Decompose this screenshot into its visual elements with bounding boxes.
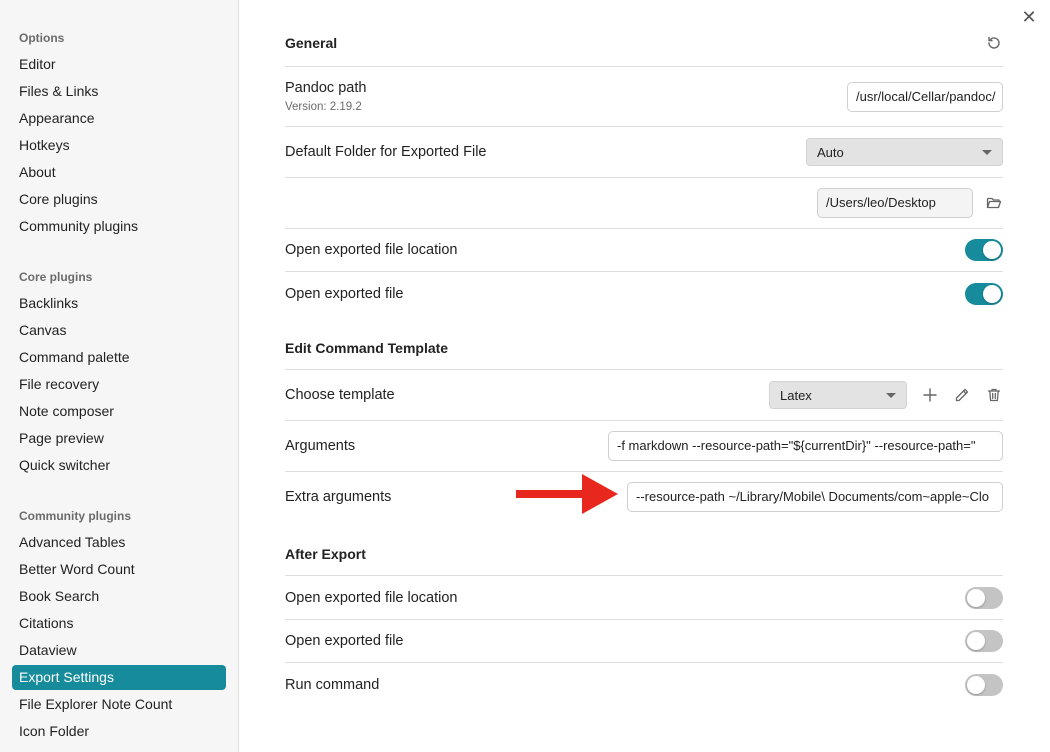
- section-title: General: [285, 35, 338, 51]
- chevron-down-icon: [982, 149, 992, 155]
- setting-arguments: Arguments -f markdown --resource-path="$…: [285, 420, 1003, 471]
- reset-icon[interactable]: [985, 34, 1003, 52]
- setting-name: Run command: [285, 676, 380, 693]
- after-open-file-toggle[interactable]: [965, 630, 1003, 652]
- sidebar-item-file-explorer-note-count[interactable]: File Explorer Note Count: [12, 692, 226, 717]
- extra-arguments-input[interactable]: --resource-path ~/Library/Mobile\ Docume…: [627, 482, 1003, 512]
- sidebar-item-page-preview[interactable]: Page preview: [12, 426, 226, 451]
- annotation-arrow-icon: [516, 474, 618, 514]
- setting-default-folder: Default Folder for Exported File Auto: [285, 126, 1003, 177]
- toggle-knob: [983, 241, 1001, 259]
- template-dropdown[interactable]: Latex: [769, 381, 907, 409]
- sidebar-item-core-plugins[interactable]: Core plugins: [12, 187, 226, 212]
- sidebar-section-community-plugins: Community plugins Advanced Tables Better…: [0, 508, 238, 744]
- sidebar-item-icon-folder[interactable]: Icon Folder: [12, 719, 226, 744]
- sidebar-item-hotkeys[interactable]: Hotkeys: [12, 133, 226, 158]
- toggle-knob: [983, 284, 1001, 303]
- setting-run-command: Run command: [285, 662, 1003, 706]
- settings-sidebar: Options Editor Files & Links Appearance …: [0, 0, 239, 752]
- section-edit-command-template: Edit Command Template: [285, 335, 1003, 361]
- sidebar-item-canvas[interactable]: Canvas: [12, 318, 226, 343]
- sidebar-item-community-plugins[interactable]: Community plugins: [12, 214, 226, 239]
- sidebar-section-title: Options: [19, 31, 65, 45]
- section-general: General: [285, 30, 1003, 56]
- setting-name: Choose template: [285, 387, 395, 403]
- setting-open-file: Open exported file: [285, 271, 1003, 315]
- toggle-knob: [967, 632, 985, 650]
- setting-open-location: Open exported file location: [285, 228, 1003, 271]
- open-file-toggle[interactable]: [965, 282, 1003, 305]
- toggle-knob: [967, 588, 985, 607]
- setting-name: Arguments: [285, 438, 356, 454]
- run-command-toggle[interactable]: [965, 673, 1003, 696]
- setting-folder-path: /Users/leo/Desktop: [285, 177, 1003, 228]
- setting-choose-template: Choose template Latex: [285, 369, 1003, 420]
- sidebar-item-appearance[interactable]: Appearance: [12, 106, 226, 131]
- sidebar-item-note-composer[interactable]: Note composer: [12, 399, 226, 424]
- sidebar-item-quick-switcher[interactable]: Quick switcher: [12, 453, 226, 478]
- sidebar-section-core-plugins: Core plugins Backlinks Canvas Command pa…: [0, 269, 238, 478]
- sidebar-section-title: Community plugins: [19, 509, 131, 523]
- after-open-location-toggle[interactable]: [965, 586, 1003, 609]
- pencil-icon[interactable]: [953, 386, 971, 404]
- setting-pandoc-path: Pandoc path Version: 2.19.2 /usr/local/C…: [285, 66, 1003, 126]
- setting-name: Pandoc path: [285, 80, 367, 96]
- sidebar-section-options: Options Editor Files & Links Appearance …: [0, 30, 238, 239]
- setting-name: Extra arguments: [285, 489, 392, 505]
- section-title: Edit Command Template: [285, 340, 449, 356]
- setting-name: Open exported file location: [285, 589, 458, 606]
- sidebar-item-about[interactable]: About: [12, 160, 226, 185]
- trash-icon[interactable]: [985, 386, 1003, 404]
- sidebar-item-book-search[interactable]: Book Search: [12, 584, 226, 609]
- setting-after-open-file: Open exported file: [285, 619, 1003, 662]
- folder-icon[interactable]: [985, 194, 1003, 212]
- section-title: After Export: [285, 546, 366, 562]
- open-location-toggle[interactable]: [965, 239, 1003, 261]
- setting-name: Open exported file location: [285, 242, 458, 258]
- sidebar-item-advanced-tables[interactable]: Advanced Tables: [12, 530, 226, 555]
- sidebar-item-command-palette[interactable]: Command palette: [12, 345, 226, 370]
- dropdown-value: Latex: [780, 387, 812, 403]
- setting-after-open-location: Open exported file location: [285, 575, 1003, 619]
- section-after-export: After Export: [285, 541, 1003, 567]
- default-folder-dropdown[interactable]: Auto: [806, 138, 1003, 166]
- sidebar-item-export-settings[interactable]: Export Settings: [12, 665, 226, 690]
- sidebar-item-better-word-count[interactable]: Better Word Count: [12, 557, 226, 582]
- close-icon[interactable]: ✕: [1020, 8, 1038, 26]
- settings-content: ✕ General Pandoc path Version: 2.19.2 /u…: [239, 0, 1050, 752]
- sidebar-section-title: Core plugins: [19, 270, 93, 284]
- setting-name: Open exported file: [285, 285, 404, 302]
- sidebar-item-editor[interactable]: Editor: [12, 52, 226, 77]
- chevron-down-icon: [886, 392, 896, 398]
- setting-name: Open exported file: [285, 633, 404, 649]
- dropdown-value: Auto: [817, 144, 844, 160]
- setting-extra-arguments: Extra arguments --resource-path ~/Librar…: [285, 471, 1003, 522]
- sidebar-item-file-recovery[interactable]: File recovery: [12, 372, 226, 397]
- sidebar-item-dataview[interactable]: Dataview: [12, 638, 226, 663]
- setting-name: Default Folder for Exported File: [285, 144, 487, 160]
- sidebar-item-files-links[interactable]: Files & Links: [12, 79, 226, 104]
- arguments-input[interactable]: -f markdown --resource-path="${currentDi…: [608, 431, 1003, 461]
- setting-description: Version: 2.19.2: [285, 101, 362, 113]
- pandoc-path-input[interactable]: /usr/local/Cellar/pandoc/: [847, 81, 1003, 112]
- sidebar-item-backlinks[interactable]: Backlinks: [12, 291, 226, 316]
- toggle-knob: [967, 675, 985, 694]
- plus-icon[interactable]: [921, 386, 939, 404]
- settings-window: Options Editor Files & Links Appearance …: [0, 0, 1050, 752]
- folder-path-input[interactable]: /Users/leo/Desktop: [817, 188, 973, 218]
- sidebar-item-citations[interactable]: Citations: [12, 611, 226, 636]
